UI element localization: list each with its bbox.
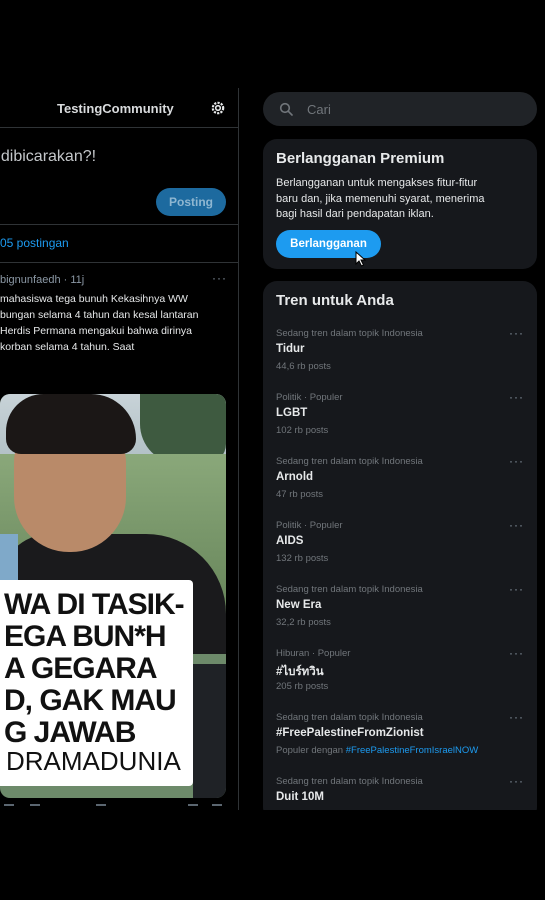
- trend-name: Duit 10M: [276, 791, 324, 803]
- more-options-icon[interactable]: ···: [509, 454, 524, 468]
- more-options-icon[interactable]: ···: [509, 646, 524, 660]
- community-column: TestingCommunity t dibicarakan?! Posting…: [0, 88, 238, 810]
- reply-icon[interactable]: [4, 804, 14, 808]
- more-options-icon[interactable]: ···: [509, 710, 524, 724]
- divider: [0, 224, 238, 225]
- trend-category: Sedang tren dalam topik Indonesia: [276, 328, 423, 339]
- divider: [0, 262, 238, 263]
- post-text-line: bungan selama 4 tahun dan kesal lantaran: [0, 309, 199, 321]
- trend-name: LGBT: [276, 407, 308, 419]
- more-options-icon[interactable]: ···: [509, 390, 524, 404]
- trend-item[interactable]: Politik · Populer AIDS 132 rb posts ···: [263, 518, 537, 580]
- trend-category: Politik · Populer: [276, 520, 343, 531]
- more-options-icon[interactable]: ···: [212, 271, 227, 285]
- post-image[interactable]: WA DI TASIK- EGA BUN*H A GEGARA D, GAK M…: [0, 394, 226, 798]
- premium-description-line: bagi hasil dari pendapatan iklan.: [276, 208, 434, 220]
- trend-category: Politik · Populer: [276, 392, 343, 403]
- search-box[interactable]: [263, 92, 537, 126]
- more-options-icon[interactable]: ···: [509, 518, 524, 532]
- trends-title: Tren untuk Anda: [276, 292, 394, 309]
- premium-description: Berlangganan untuk mengakses fitur-fitur…: [276, 176, 531, 223]
- repost-icon[interactable]: [30, 804, 40, 808]
- trend-promo-link[interactable]: #FreePalestineFromIsraelNOW: [346, 745, 479, 756]
- trend-category: Sedang tren dalam topik Indonesia: [276, 584, 423, 595]
- trend-category: Sedang tren dalam topik Indonesia: [276, 456, 423, 467]
- caption-line: EGA BUN*H: [4, 620, 167, 653]
- premium-title: Berlangganan Premium: [276, 150, 445, 167]
- trend-name: AIDS: [276, 535, 304, 547]
- search-icon: [279, 102, 293, 116]
- premium-card: Berlangganan Premium Berlangganan untuk …: [263, 139, 537, 269]
- community-name[interactable]: TestingCommunity: [57, 101, 174, 116]
- caption-line: G JAWAB: [4, 716, 136, 749]
- trend-category: Sedang tren dalam topik Indonesia: [276, 712, 423, 723]
- post-count-link[interactable]: 05 postingan: [0, 236, 69, 250]
- cursor-icon: [355, 251, 367, 267]
- trend-name: Arnold: [276, 471, 314, 483]
- trend-item[interactable]: Sedang tren dalam topik Indonesia Arnold…: [263, 454, 537, 516]
- caption-line: A GEGARA: [4, 652, 158, 685]
- post-actions: [0, 804, 238, 810]
- community-header: TestingCommunity: [0, 88, 238, 128]
- trend-item[interactable]: Sedang tren dalam topik Indonesia Duit 1…: [263, 774, 537, 810]
- post-text: mahasiswa tega bunuh Kekasihnya WW bunga…: [0, 291, 225, 355]
- premium-description-line: baru dan, jika memenuhi syarat, menerima: [276, 192, 485, 205]
- premium-description-line: Berlangganan untuk mengakses fitur-fitur: [276, 177, 478, 189]
- trend-category: Sedang tren dalam topik Indonesia: [276, 776, 423, 787]
- trend-count: 32,2 rb posts: [276, 617, 331, 628]
- trend-name: #FreePalestineFromZionist: [276, 727, 424, 739]
- compose-input[interactable]: t dibicarakan?!: [0, 148, 96, 166]
- bookmark-icon[interactable]: [188, 804, 198, 808]
- more-options-icon[interactable]: ···: [509, 326, 524, 340]
- trend-count: 132 rb posts: [276, 553, 329, 564]
- caption-tag: DRAMADUNIA: [6, 746, 181, 776]
- trend-name: Tidur: [276, 343, 305, 355]
- post-author[interactable]: bignunfaedh · 11j: [0, 274, 84, 286]
- trend-count: 102 rb posts: [276, 425, 329, 436]
- trends-card: Tren untuk Anda Sedang tren dalam topik …: [263, 281, 537, 810]
- trend-name: #ไบร์ทวิน: [276, 666, 324, 678]
- image-hair: [6, 394, 136, 454]
- gear-icon[interactable]: [210, 100, 226, 116]
- image-caption: WA DI TASIK- EGA BUN*H A GEGARA D, GAK M…: [0, 580, 193, 786]
- trend-count: Populer dengan #FreePalestineFromIsraelN…: [276, 745, 478, 756]
- like-icon[interactable]: [96, 804, 106, 808]
- post-text-line: mahasiswa tega bunuh Kekasihnya WW: [0, 293, 188, 305]
- trend-item[interactable]: Sedang tren dalam topik Indonesia Tidur …: [263, 326, 537, 388]
- post-button[interactable]: Posting: [156, 188, 226, 216]
- post-text-line: korban selama 4 tahun. Saat: [0, 341, 135, 353]
- trend-category: Hiburan · Populer: [276, 648, 351, 659]
- trend-count: 47 rb posts: [276, 489, 323, 500]
- trend-count: 205 rb posts: [276, 681, 329, 692]
- trend-item[interactable]: Hiburan · Populer #ไบร์ทวิน 205 rb posts…: [263, 646, 537, 708]
- trend-item[interactable]: Sedang tren dalam topik Indonesia #FreeP…: [263, 710, 537, 772]
- search-input[interactable]: [307, 100, 507, 118]
- trend-item[interactable]: Sedang tren dalam topik Indonesia New Er…: [263, 582, 537, 644]
- sidebar: Berlangganan Premium Berlangganan untuk …: [239, 88, 545, 810]
- more-options-icon[interactable]: ···: [509, 774, 524, 788]
- share-icon[interactable]: [212, 804, 222, 808]
- caption-line: WA DI TASIK-: [4, 588, 185, 621]
- image-background: [193, 664, 226, 798]
- more-options-icon[interactable]: ···: [509, 582, 524, 596]
- post-text-line: Herdis Permana mengakui bahwa dirinya: [0, 325, 193, 337]
- trend-item[interactable]: Politik · Populer LGBT 102 rb posts ···: [263, 390, 537, 452]
- trend-promo-label: Populer dengan: [276, 745, 344, 756]
- trend-count: 44,6 rb posts: [276, 361, 331, 372]
- trend-name: New Era: [276, 599, 322, 611]
- caption-line: D, GAK MAU: [4, 684, 177, 717]
